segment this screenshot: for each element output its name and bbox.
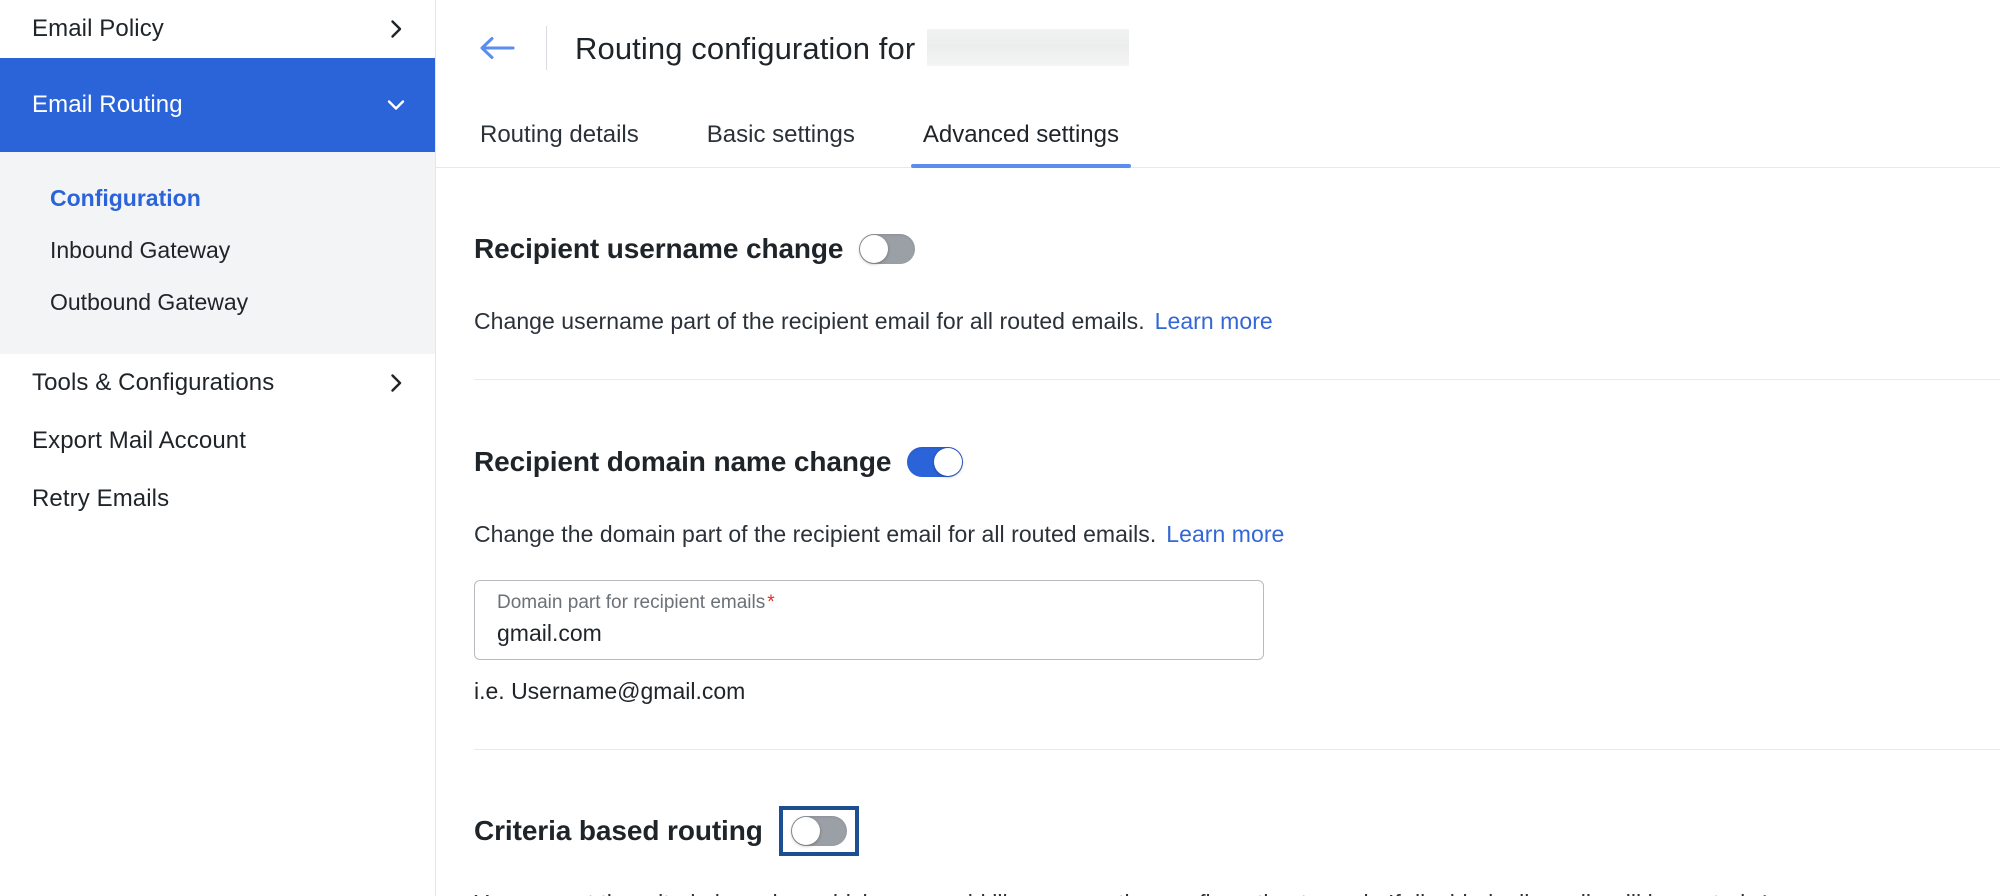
toggle-knob <box>934 447 963 476</box>
sidebar-item-email-policy[interactable]: Email Policy <box>0 0 435 58</box>
section-description-text: Change the domain part of the recipient … <box>474 520 1157 547</box>
sidebar-item-label: Email Policy <box>32 15 164 42</box>
section-recipient-username-change: Recipient username change Change usernam… <box>474 168 2000 335</box>
section-description-text: You can set the criteria based on which … <box>474 890 1752 896</box>
toggle-knob <box>791 817 820 846</box>
toggle-wrapper <box>907 446 964 477</box>
sidebar-item-label: Export Mail Account <box>32 427 246 454</box>
section-header: Recipient username change <box>474 210 2000 288</box>
sidebar-item-inbound-gateway[interactable]: Inbound Gateway <box>0 224 435 276</box>
sidebar-item-label: Retry Emails <box>32 485 170 512</box>
page-header: Routing configuration for <box>436 0 2000 95</box>
tab-basic-settings[interactable]: Basic settings <box>701 121 861 167</box>
sidebar: Email Policy Email Routing Configuration… <box>0 0 436 896</box>
sidebar-item-label: Email Routing <box>32 91 183 118</box>
chevron-right-icon <box>385 18 407 40</box>
sidebar-subitem-label: Configuration <box>50 184 201 211</box>
sidebar-subitem-label: Outbound Gateway <box>50 288 249 315</box>
tab-label: Advanced settings <box>922 121 1119 148</box>
sidebar-item-label: Tools & Configurations <box>32 369 275 396</box>
field-label-text: Domain part for recipient emails <box>497 591 766 613</box>
tab-label: Basic settings <box>706 121 855 148</box>
required-marker: * <box>767 591 775 613</box>
section-criteria-based-routing: Criteria based routing You can set the c… <box>474 750 2000 896</box>
page-title-text: Routing configuration for <box>575 30 916 66</box>
tab-label: Routing details <box>480 121 639 148</box>
chevron-down-icon <box>385 94 407 116</box>
learn-more-link[interactable]: Learn more <box>1155 308 1273 334</box>
arrow-left-icon[interactable] <box>474 25 520 71</box>
section-description: Change the domain part of the recipient … <box>474 521 2000 548</box>
section-recipient-domain-name-change: Recipient domain name change Change the … <box>474 380 2000 704</box>
sidebar-submenu-email-routing: Configuration Inbound Gateway Outbound G… <box>0 152 435 354</box>
page-title: Routing configuration for <box>575 28 1130 67</box>
section-header: Criteria based routing <box>474 792 2000 870</box>
header-divider <box>546 25 547 70</box>
recipient-domain-name-change-toggle[interactable] <box>907 446 964 477</box>
recipient-username-change-toggle[interactable] <box>859 234 916 265</box>
app-root: Email Policy Email Routing Configuration… <box>0 0 2000 896</box>
sidebar-subitem-label: Inbound Gateway <box>50 236 231 263</box>
redacted-org-name <box>927 28 1130 66</box>
section-title: Criteria based routing <box>474 815 763 847</box>
tab-routing-details[interactable]: Routing details <box>474 121 645 167</box>
sidebar-item-configuration[interactable]: Configuration <box>0 172 435 224</box>
main-content: Routing configuration for Routing detail… <box>436 0 2000 896</box>
section-description-text: Change username part of the recipient em… <box>474 308 1145 335</box>
section-description: Change username part of the recipient em… <box>474 308 2000 335</box>
toggle-knob <box>860 235 889 264</box>
learn-more-link[interactable]: Learn more <box>1166 521 1284 547</box>
advanced-settings-panel: Recipient username change Change usernam… <box>436 168 2000 896</box>
sidebar-lower-group: Tools & Configurations Export Mail Accou… <box>0 354 435 528</box>
criteria-based-routing-toggle[interactable] <box>790 816 847 847</box>
tab-advanced-settings[interactable]: Advanced settings <box>910 121 1132 168</box>
domain-part-field-hint: i.e. Username@gmail.com <box>474 677 746 704</box>
toggle-highlight-box <box>778 806 859 857</box>
section-header: Recipient domain name change <box>474 422 2000 500</box>
section-title: Recipient domain name change <box>474 445 892 477</box>
domain-part-field-label: Domain part for recipient emails * <box>497 591 1245 614</box>
domain-part-field[interactable]: Domain part for recipient emails * gmail.… <box>474 579 1264 660</box>
sidebar-item-export-mail-account[interactable]: Export Mail Account <box>0 412 435 470</box>
tab-bar: Routing details Basic settings Advanced … <box>436 95 2000 168</box>
section-title: Recipient username change <box>474 233 844 265</box>
sidebar-item-tools-configurations[interactable]: Tools & Configurations <box>0 354 435 412</box>
sidebar-item-email-routing[interactable]: Email Routing <box>0 58 435 152</box>
toggle-wrapper <box>859 234 916 265</box>
domain-part-field-value[interactable]: gmail.com <box>497 620 1245 647</box>
chevron-right-icon <box>385 372 407 394</box>
sidebar-item-retry-emails[interactable]: Retry Emails <box>0 470 435 528</box>
section-description: You can set the criteria based on which … <box>474 890 2000 896</box>
sidebar-item-outbound-gateway[interactable]: Outbound Gateway <box>0 276 435 328</box>
learn-more-link[interactable]: Learn more <box>1762 890 1880 896</box>
